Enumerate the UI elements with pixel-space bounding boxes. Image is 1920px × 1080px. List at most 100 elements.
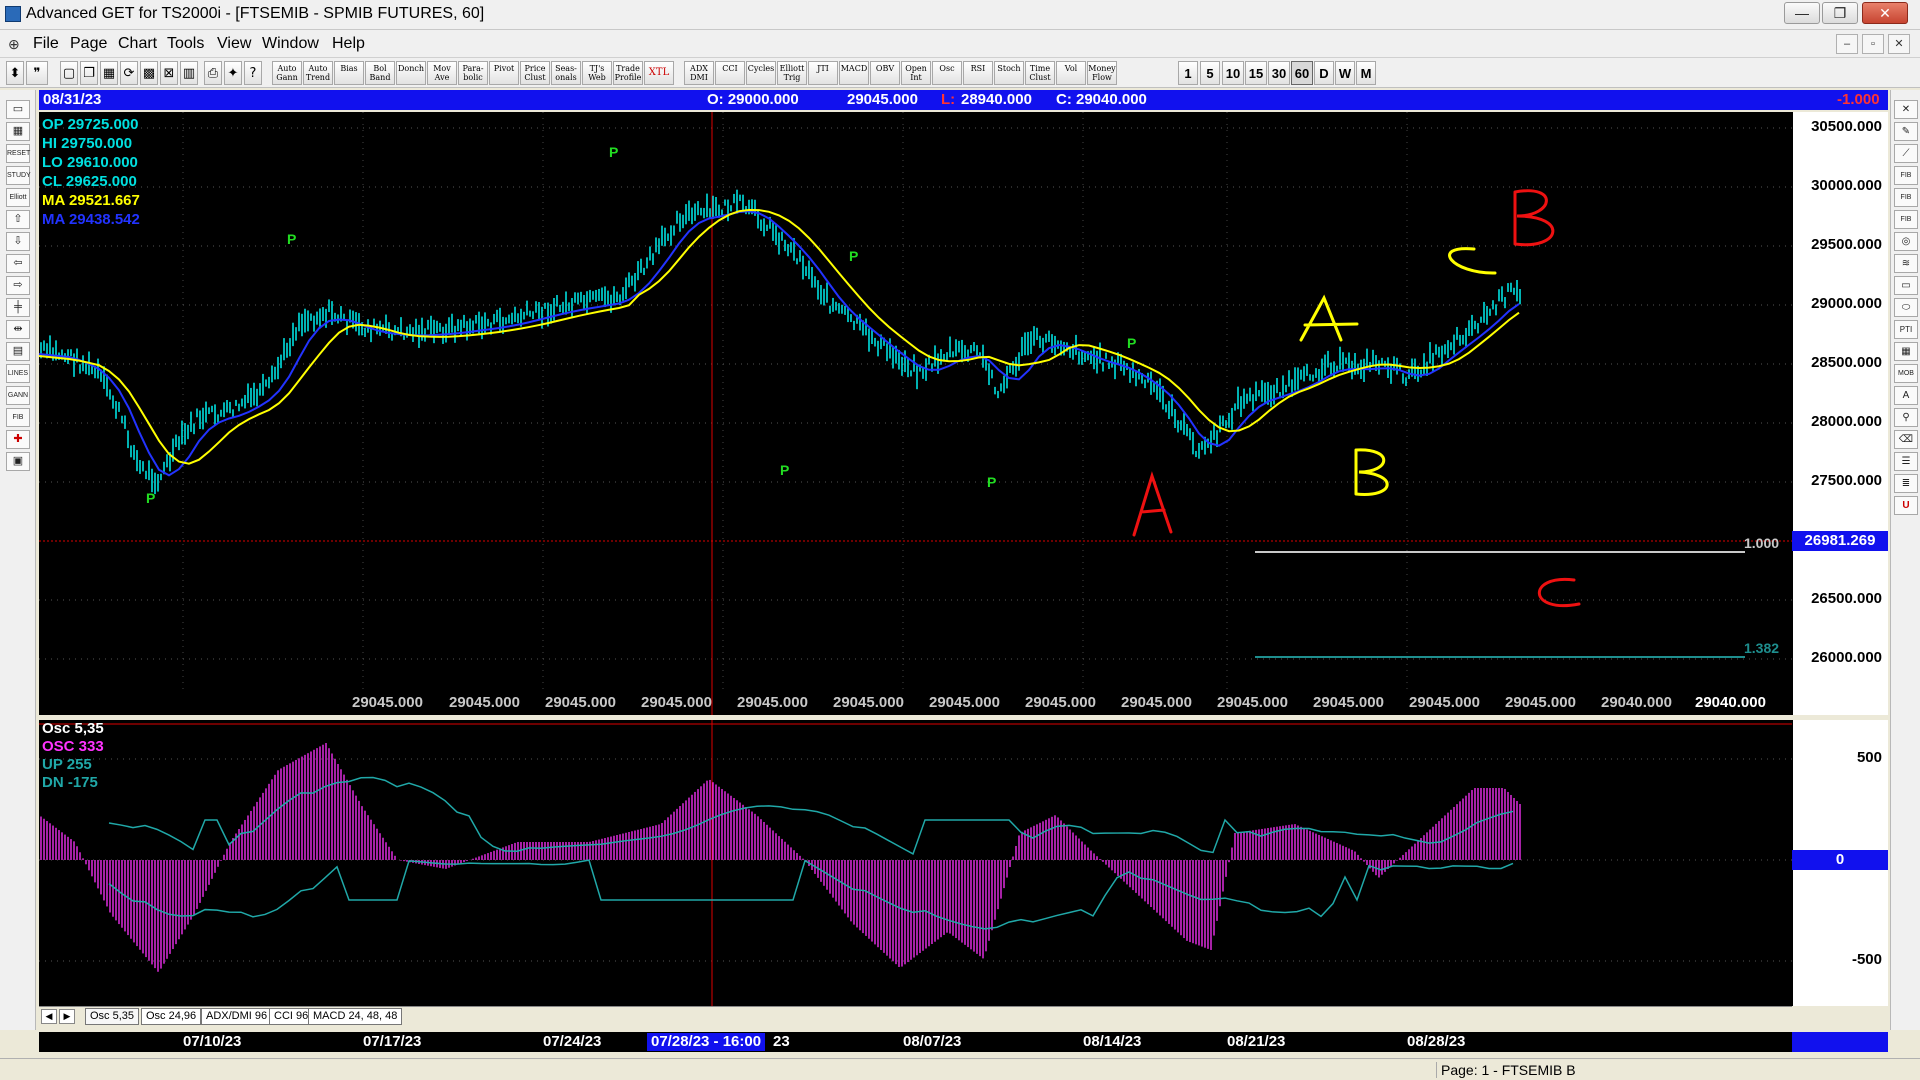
pencil-icon[interactable]: ✎	[1894, 122, 1918, 141]
help-icon[interactable]: ?	[244, 61, 262, 85]
study-bol-band-button[interactable]: Bol Band	[365, 61, 395, 85]
eraser-icon[interactable]: ⌫	[1894, 430, 1918, 449]
fib-icon[interactable]: FIB	[6, 408, 30, 427]
mdi-close-button[interactable]: ✕	[1888, 34, 1910, 54]
interval-daily-button[interactable]: D	[1314, 61, 1334, 85]
interval-weekly-button[interactable]: W	[1335, 61, 1355, 85]
interval-30-button[interactable]: 30	[1268, 61, 1290, 85]
study-money-flow-button[interactable]: Money Flow	[1087, 61, 1117, 85]
study-auto-trend-button[interactable]: Auto Trend	[303, 61, 333, 85]
oscillator-scale[interactable]: 500 0 -500	[1792, 720, 1888, 1006]
study-icon[interactable]: STUDY	[6, 166, 31, 185]
menu-help[interactable]: Help	[332, 35, 365, 53]
lightbulb-icon[interactable]: ✦	[224, 61, 242, 85]
trendline-icon[interactable]: ⟋	[1894, 144, 1918, 163]
study-adx-dmi-button[interactable]: ADX DMI	[684, 61, 714, 85]
crosshair-icon[interactable]: ✚	[6, 430, 30, 449]
price-scale[interactable]: 30500.000 30000.000 29500.000 29000.000 …	[1792, 112, 1888, 715]
text-icon[interactable]: A	[1894, 386, 1918, 405]
elliott-icon[interactable]: Elliott	[6, 188, 30, 207]
study-obv-button[interactable]: OBV	[870, 61, 900, 85]
refresh-icon[interactable]: ⟳	[120, 61, 138, 85]
table-icon[interactable]: ▤	[6, 342, 30, 361]
lines-icon[interactable]: LINES	[6, 364, 30, 383]
new-page-icon[interactable]: ▢	[60, 61, 78, 85]
maximize-button[interactable]: ❐	[1822, 2, 1858, 24]
study-pivot-button[interactable]: Pivot	[489, 61, 519, 85]
arrow-left-icon[interactable]: ⇦	[6, 254, 30, 273]
menu-file[interactable]: File	[33, 35, 59, 53]
study-seasonals-button[interactable]: Seas-onals	[551, 61, 581, 85]
oscillator-pane[interactable]: Osc 5,35 OSC 333 UP 255 DN -175	[39, 720, 1792, 1006]
study-osc-button[interactable]: Osc	[932, 61, 962, 85]
study-time-clust-button[interactable]: Time Clust	[1025, 61, 1055, 85]
study-price-clust-button[interactable]: Price Clust	[520, 61, 550, 85]
tab-osc-24-96[interactable]: Osc 24,96	[141, 1008, 202, 1025]
gann-icon[interactable]: GANN	[6, 386, 30, 405]
arrow-down-icon[interactable]: ⇩	[6, 232, 30, 251]
study-trade-profile-button[interactable]: Trade Profile	[613, 61, 643, 85]
study-xtl-button[interactable]: XTL	[644, 61, 674, 85]
interval-15-button[interactable]: 15	[1245, 61, 1267, 85]
quote-icon[interactable]: ❞	[26, 61, 48, 85]
undo-icon[interactable]: U	[1894, 496, 1918, 515]
date-axis[interactable]: 07/10/23 07/17/23 07/24/23 23 07/28/23 -…	[39, 1032, 1792, 1052]
reset-icon[interactable]: RESET	[6, 144, 30, 163]
study-cci-button[interactable]: CCI	[715, 61, 745, 85]
circle-icon[interactable]: ◎	[1894, 232, 1918, 251]
study-donch-button[interactable]: Donch	[396, 61, 426, 85]
minimize-button[interactable]: —	[1784, 2, 1820, 24]
study-vol-button[interactable]: Vol	[1056, 61, 1086, 85]
mdi-restore-button[interactable]: ▫	[1862, 34, 1884, 54]
cursor-tool-icon[interactable]: ⬍	[6, 61, 24, 85]
price-chart-pane[interactable]: P P P P P P P OP 29725.000 HI 29750.000 LO 296…	[39, 112, 1792, 715]
study-jti-button[interactable]: JTI	[808, 61, 838, 85]
interval-60-button[interactable]: 60	[1291, 61, 1313, 85]
study-auto-gann-button[interactable]: Auto Gann	[272, 61, 302, 85]
grid-tool-icon[interactable]: ▦	[6, 122, 30, 141]
channel-icon[interactable]: ≋	[1894, 254, 1918, 273]
open-folder-icon[interactable]: ▭	[6, 100, 30, 119]
price-chart-canvas[interactable]: P P P P P P P	[39, 112, 1792, 715]
menu-page[interactable]: Page	[70, 35, 107, 53]
interval-monthly-button[interactable]: M	[1356, 61, 1376, 85]
menu-view[interactable]: View	[217, 35, 251, 53]
tab-cci-96[interactable]: CCI 96	[269, 1008, 314, 1025]
zoom-icon[interactable]: ⚲	[1894, 408, 1918, 427]
box-icon[interactable]: ▭	[1894, 276, 1918, 295]
arrow-up-icon[interactable]: ⇧	[6, 210, 30, 229]
close-tool-icon[interactable]: ✕	[1894, 100, 1918, 119]
grid-icon[interactable]: ▩	[140, 61, 158, 85]
fib-ext-icon[interactable]: FIB	[1894, 188, 1918, 207]
oscillator-canvas[interactable]	[39, 720, 1792, 1006]
interval-10-button[interactable]: 10	[1222, 61, 1244, 85]
study-elliott-trig-button[interactable]: Elliott Trig	[777, 61, 807, 85]
tab-macd[interactable]: MACD 24, 48, 48	[308, 1008, 403, 1025]
study-tjs-web-button[interactable]: TJ's Web	[582, 61, 612, 85]
menu-window[interactable]: Window	[262, 35, 319, 53]
calculator-icon[interactable]: ▣	[6, 452, 30, 471]
menu-tools[interactable]: Tools	[167, 35, 204, 53]
fib-ret-icon[interactable]: FIB	[1894, 166, 1918, 185]
study-parabolic-button[interactable]: Para-bolic	[458, 61, 488, 85]
study-stoch-button[interactable]: Stoch	[994, 61, 1024, 85]
mob-icon[interactable]: MOB	[1894, 364, 1918, 383]
bars-icon[interactable]: ╪	[6, 298, 30, 317]
pti-icon[interactable]: PTI	[1894, 320, 1918, 339]
delete-icon[interactable]: ⊠	[160, 61, 178, 85]
list-icon[interactable]: ☰	[1894, 452, 1918, 471]
chart-icon[interactable]: ▦	[100, 61, 118, 85]
arrow-right-icon[interactable]: ⇨	[6, 276, 30, 295]
tab-adx-dmi-96[interactable]: ADX/DMI 96	[201, 1008, 273, 1025]
fib-time-icon[interactable]: FIB	[1894, 210, 1918, 229]
tab-next-button[interactable]: ▶	[59, 1009, 75, 1024]
interval-5-button[interactable]: 5	[1200, 61, 1220, 85]
print-icon[interactable]: ⎙	[204, 61, 222, 85]
close-button[interactable]: ✕	[1862, 2, 1908, 24]
study-open-int-button[interactable]: Open Int	[901, 61, 931, 85]
grid2-icon[interactable]: ▦	[1894, 342, 1918, 361]
layout-icon[interactable]: ▥	[180, 61, 198, 85]
tab-osc-5-35[interactable]: Osc 5,35	[85, 1008, 140, 1025]
study-rsi-button[interactable]: RSI	[963, 61, 993, 85]
compress-icon[interactable]: ⇹	[6, 320, 30, 339]
